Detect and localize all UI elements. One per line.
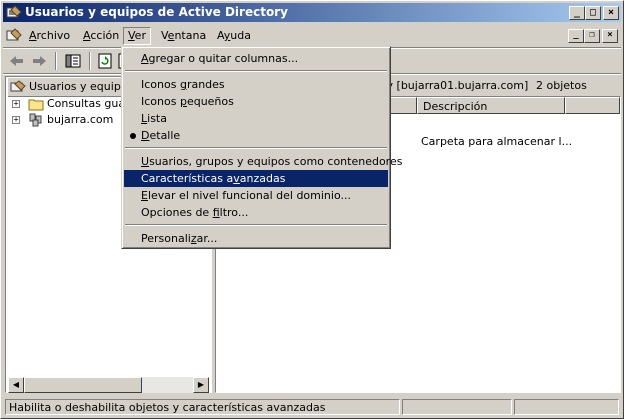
refresh-icon[interactable] (95, 52, 115, 70)
object-count: 2 objetos (536, 79, 587, 92)
toolbar-separator (89, 52, 91, 70)
forward-arrow-icon[interactable] (29, 52, 49, 70)
close-button[interactable]: × (603, 6, 619, 20)
menu-separator (125, 224, 387, 226)
menu-item-elevar-nivel[interactable]: Elevar el nivel funcional del dominio... (124, 187, 388, 204)
window-title: Usuarios y equipos de Active Directory (25, 5, 288, 19)
column-header-descripcion[interactable]: Descripción (417, 97, 565, 114)
menu-item-iconos-grandes[interactable]: Iconos grandes (124, 76, 388, 93)
status-text: Habilita o deshabilita objetos y caracte… (5, 399, 400, 415)
status-panel (514, 399, 619, 415)
expand-icon[interactable]: + (12, 116, 20, 124)
ver-dropdown-menu: Agregar o quitar columnas... Iconos gran… (121, 46, 402, 249)
toolbar-separator (55, 52, 57, 70)
menu-item-lista[interactable]: Lista (124, 110, 388, 127)
maximize-button[interactable]: □ (585, 6, 601, 20)
menu-item-detalle[interactable]: Detalle (124, 127, 388, 144)
status-bar: Habilita o deshabilita objetos y caracte… (3, 398, 621, 416)
mdi-minimize-button[interactable]: _ (568, 29, 584, 43)
active-directory-icon (6, 5, 22, 18)
menu-ventana[interactable]: Ventana (157, 28, 210, 44)
active-directory-icon (10, 80, 26, 92)
menu-item-agregar-columnas[interactable]: Agregar o quitar columnas... (124, 50, 388, 67)
show-hide-tree-icon[interactable] (63, 52, 83, 70)
details-path: ry [bujarra01.bujarra.com] (382, 79, 529, 92)
menu-bar: Archivo Acción Ver Ventana Ayuda (3, 25, 621, 47)
menu-separator (125, 70, 387, 72)
scroll-left-icon[interactable]: ◀ (8, 377, 24, 393)
menu-accion[interactable]: Acción (79, 28, 123, 44)
column-header-empty[interactable] (565, 97, 620, 114)
menu-ayuda[interactable]: Ayuda (213, 28, 255, 44)
menu-ver[interactable]: Ver (123, 27, 151, 45)
menu-item-iconos-pequenos[interactable]: Iconos pequeños (124, 93, 388, 110)
mdi-close-button[interactable]: × (602, 29, 618, 43)
mdi-restore-button[interactable]: ❐ (584, 29, 600, 43)
radio-check-icon (130, 133, 136, 139)
menu-archivo[interactable]: Archivo (25, 28, 74, 44)
tree-item-label: bujarra.com (47, 113, 114, 126)
folder-icon (28, 99, 44, 111)
title-bar[interactable]: Usuarios y equipos de Active Directory _… (3, 3, 621, 22)
back-arrow-icon[interactable] (7, 52, 27, 70)
menu-item-personalizar[interactable]: Personalizar... (124, 230, 388, 247)
expand-icon[interactable]: + (12, 100, 20, 108)
menu-separator (125, 147, 387, 149)
scroll-right-icon[interactable]: ▶ (193, 377, 209, 393)
domain-icon (29, 113, 42, 127)
menu-item-usuarios-contenedores[interactable]: Usuarios, grupos y equipos como contened… (124, 153, 402, 170)
scroll-thumb[interactable] (24, 377, 142, 393)
menu-item-caracteristicas-avanzadas[interactable]: Características avanzadas (124, 170, 388, 187)
menu-item-opciones-filtro[interactable]: Opciones de filtro... (124, 204, 388, 221)
row-description[interactable]: Carpeta para almacenar l... (421, 135, 572, 148)
mmc-document-icon[interactable] (6, 28, 22, 43)
minimize-button[interactable]: _ (569, 6, 585, 20)
status-panel (402, 399, 512, 415)
tree-horizontal-scrollbar[interactable]: ◀ ▶ (8, 377, 209, 393)
